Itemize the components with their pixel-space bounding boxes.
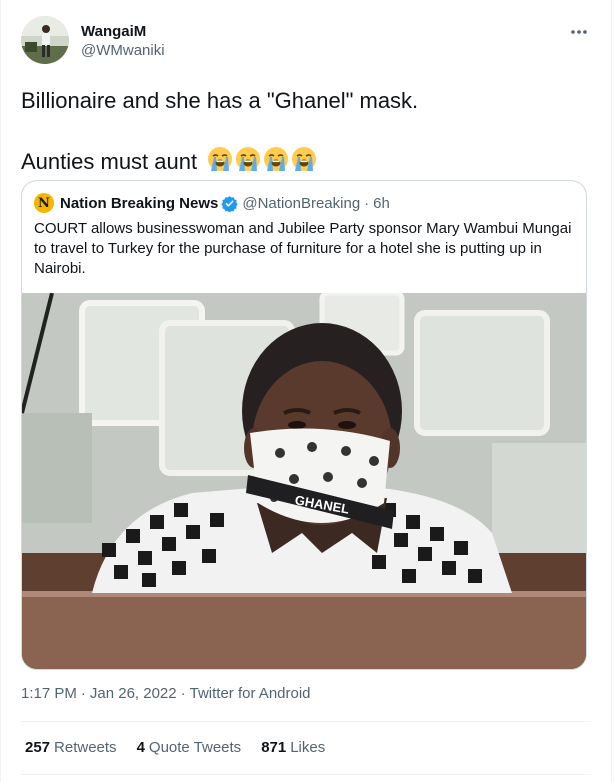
loudly-crying-face-icon [264,147,289,171]
quoted-display-name[interactable]: Nation Breaking News [60,195,218,212]
quoted-handle[interactable]: @NationBreaking [242,195,360,212]
likes-label: Likes [290,739,326,756]
emoji-row [207,146,319,172]
tweet-time[interactable]: 1:17 PM [21,685,77,702]
tweet-text-line-2: Aunties must aunt [21,146,591,177]
quoted-avatar-logo[interactable]: N [34,193,54,213]
tweet-source[interactable]: Twitter for Android [190,685,311,702]
quoted-separator-dot: · [364,194,370,212]
quoted-timestamp[interactable]: 6h [373,195,390,212]
retweets-stat[interactable]: 257 Retweets [25,738,117,758]
tweet-header: WangaiM @WMwaniki [21,16,591,68]
divider [21,774,591,775]
verified-badge-icon [221,195,239,212]
author-handle[interactable]: @WMwaniki [81,42,165,60]
author-display-name[interactable]: WangaiM [81,22,165,42]
loudly-crying-face-icon [208,147,233,171]
divider [21,721,591,722]
more-horizontal-icon [571,30,587,34]
tweet-text-line-2-text: Aunties must aunt [21,149,198,174]
loudly-crying-face-icon [292,147,317,171]
meta-separator: · [180,685,186,702]
loudly-crying-face-icon [236,147,261,171]
tweet-text-line-1: Billionaire and she has a "Ghanel" mask. [21,88,419,113]
avatar[interactable] [21,16,69,64]
quoted-media-image[interactable]: GHANEL [22,293,587,670]
quote-tweets-count: 4 [136,739,145,756]
quoted-tweet[interactable]: N Nation Breaking News @NationBreaking ·… [21,180,587,670]
likes-stat[interactable]: 871 Likes [261,738,325,758]
quote-tweets-stat[interactable]: 4 Quote Tweets [137,738,242,758]
tweet-stats: 257 Retweets 4 Quote Tweets 871 Likes [25,738,345,758]
tweet-detail: WangaiM @WMwaniki Billionaire and she ha… [0,0,612,782]
tweet-text: Billionaire and she has a "Ghanel" mask.… [21,86,591,177]
tweet-date[interactable]: Jan 26, 2022 [90,685,177,702]
quoted-tweet-text: COURT allows businesswoman and Jubilee P… [34,220,572,277]
avatar-image [21,16,69,64]
retweets-count: 257 [25,739,51,756]
retweets-label: Retweets [54,739,117,756]
quote-tweets-label: Quote Tweets [148,739,242,756]
author-names: WangaiM @WMwaniki [81,16,165,68]
tweet-metadata: 1:17 PM · Jan 26, 2022 · Twitter for Android [21,684,311,704]
quoted-tweet-header: N Nation Breaking News @NationBreaking ·… [34,193,390,213]
meta-separator: · [80,685,86,702]
likes-count: 871 [261,739,287,756]
more-options-button[interactable] [567,20,591,44]
